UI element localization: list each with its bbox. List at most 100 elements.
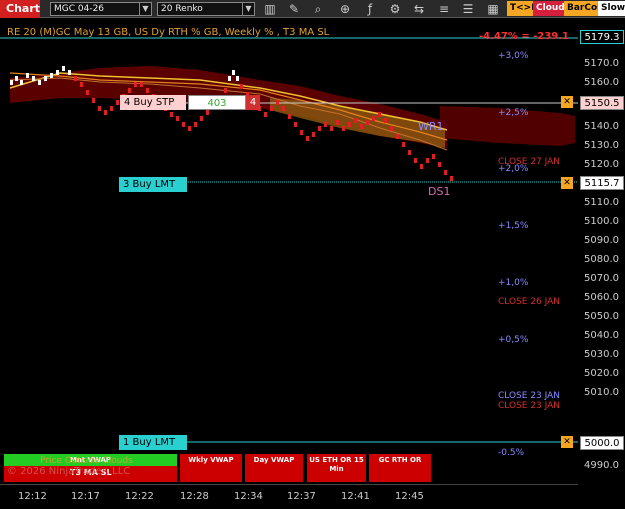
renko-brick bbox=[420, 164, 423, 169]
buy-stp-qty[interactable]: 4 bbox=[246, 95, 260, 110]
indicators-icon[interactable]: ƒ bbox=[362, 1, 378, 17]
price-label: 5170.0 bbox=[584, 58, 619, 69]
day-vwap-button[interactable]: Day VWAP bbox=[245, 454, 303, 482]
renko-brick bbox=[384, 118, 387, 123]
us-eth-button[interactable]: US ETH OR 15 Min bbox=[307, 454, 366, 482]
price-label: 5140.0 bbox=[584, 121, 619, 132]
pct-label: +0,5% bbox=[498, 335, 529, 345]
price-label: 5020.0 bbox=[584, 368, 619, 379]
renko-brick bbox=[366, 120, 369, 125]
renko-brick bbox=[62, 66, 65, 71]
close-label: CLOSE 23 JAN bbox=[498, 391, 561, 401]
properties-icon[interactable]: ≡ bbox=[436, 1, 452, 17]
cancel-order-icon[interactable]: ✕ bbox=[561, 96, 573, 108]
renko-brick bbox=[15, 76, 18, 81]
price-label: 5090.0 bbox=[584, 235, 619, 246]
renko-brick bbox=[104, 110, 107, 115]
renko-brick bbox=[396, 134, 399, 139]
renko-brick bbox=[20, 80, 23, 85]
renko-brick bbox=[282, 106, 285, 111]
price-label: 5010.0 bbox=[584, 387, 619, 398]
chart-title: RE 20 (M)GC May 13 GB, US Dy RTH % GB, W… bbox=[7, 27, 330, 38]
strategy-icon[interactable]: ⚙ bbox=[387, 1, 403, 17]
bar-type-value: 20 Renko bbox=[161, 4, 203, 14]
chart-tab[interactable]: Chart bbox=[0, 0, 40, 18]
price-label: 5120.0 bbox=[584, 159, 619, 170]
time-axis[interactable]: 12:12 12:17 12:22 12:28 12:34 12:37 12:4… bbox=[0, 484, 578, 509]
renko-brick bbox=[194, 122, 197, 127]
price-label: 5030.0 bbox=[584, 349, 619, 360]
instrument-value: MGC 04-26 bbox=[54, 4, 105, 14]
crosshair-icon[interactable]: ⊕ bbox=[337, 1, 353, 17]
time-label: 12:34 bbox=[234, 491, 263, 502]
workspace-icon[interactable]: ▦ bbox=[485, 1, 501, 17]
renko-brick bbox=[38, 80, 41, 85]
pencil-icon[interactable]: ✎ bbox=[286, 1, 302, 17]
gc-rth-button[interactable]: GC RTH OR bbox=[369, 454, 431, 482]
template-icon[interactable]: ☰ bbox=[460, 1, 476, 17]
renko-brick bbox=[324, 122, 327, 127]
renko-brick bbox=[348, 122, 351, 127]
buy-stp-order[interactable]: 4 Buy STP bbox=[120, 95, 186, 110]
renko-brick bbox=[170, 112, 173, 117]
renko-brick bbox=[372, 116, 375, 121]
price-badge: 5115.7 bbox=[580, 176, 624, 190]
renko-brick bbox=[32, 76, 35, 81]
pct-label: -0.5% bbox=[498, 448, 525, 458]
renko-brick bbox=[10, 80, 13, 85]
renko-brick bbox=[182, 122, 185, 127]
slow-toggle[interactable]: SlowW bbox=[598, 1, 625, 16]
pct-label: +1,5% bbox=[498, 221, 529, 231]
chart-canvas[interactable] bbox=[0, 18, 578, 484]
cloud-toggle[interactable]: Cloud bbox=[533, 1, 568, 16]
pct-label: +1,0% bbox=[498, 278, 529, 288]
price-axis[interactable]: 5179.3 5170.0 5160.0 5150.5 5140.0 5130.… bbox=[578, 18, 625, 484]
renko-brick bbox=[74, 76, 77, 81]
bar-chart-icon[interactable]: ▥ bbox=[262, 1, 278, 17]
chart-toolbar: Chart MGC 04-26 ▼ 20 Renko ▼ ▥ ✎ ⌕ ⊕ ƒ ⚙… bbox=[0, 0, 625, 18]
renko-brick bbox=[336, 120, 339, 125]
price-label: 5050.0 bbox=[584, 311, 619, 322]
price-badge: 5000.0 bbox=[580, 436, 624, 450]
price-label: 5100.0 bbox=[584, 216, 619, 227]
buy-stp-price[interactable]: 403 bbox=[188, 95, 246, 110]
price-badge: 5150.5 bbox=[580, 96, 624, 110]
renko-brick bbox=[110, 106, 113, 111]
cancel-order-icon[interactable]: ✕ bbox=[561, 436, 573, 448]
renko-brick bbox=[200, 116, 203, 121]
price-label: 5070.0 bbox=[584, 273, 619, 284]
renko-brick bbox=[360, 124, 363, 129]
chevron-down-icon: ▼ bbox=[139, 3, 151, 15]
instrument-selector[interactable]: MGC 04-26 ▼ bbox=[50, 2, 152, 16]
renko-brick bbox=[134, 82, 137, 87]
time-label: 12:45 bbox=[395, 491, 424, 502]
renko-brick bbox=[414, 158, 417, 163]
price-badge: 5179.3 bbox=[580, 30, 624, 44]
cancel-order-icon[interactable]: ✕ bbox=[561, 177, 573, 189]
renko-brick bbox=[270, 106, 273, 111]
price-outside-clouds-label: Price Outside Clouds bbox=[40, 456, 133, 466]
zoom-icon[interactable]: ⌕ bbox=[310, 1, 326, 17]
buy-lmt3-order[interactable]: 3 Buy LMT bbox=[119, 177, 187, 192]
ds1-marker: DS1 bbox=[428, 185, 451, 198]
renko-brick bbox=[444, 170, 447, 175]
renko-brick bbox=[224, 88, 227, 93]
renko-brick bbox=[390, 126, 393, 131]
time-label: 12:41 bbox=[341, 491, 370, 502]
renko-brick bbox=[294, 122, 297, 127]
renko-brick bbox=[378, 112, 381, 117]
close-label: CLOSE 23 JAN bbox=[498, 401, 561, 411]
wkly-vwap-button[interactable]: Wkly VWAP bbox=[180, 454, 242, 482]
bar-type-selector[interactable]: 20 Renko ▼ bbox=[157, 2, 255, 16]
chart-trader-icon[interactable]: ⇆ bbox=[411, 1, 427, 17]
time-label: 12:22 bbox=[125, 491, 154, 502]
renko-brick bbox=[342, 126, 345, 131]
renko-brick bbox=[86, 90, 89, 95]
time-label: 12:37 bbox=[287, 491, 316, 502]
renko-brick bbox=[80, 82, 83, 87]
renko-brick bbox=[176, 116, 179, 121]
chevron-down-icon: ▼ bbox=[242, 3, 254, 15]
renko-brick bbox=[426, 158, 429, 163]
buy-lmt1-order[interactable]: 1 Buy LMT bbox=[119, 435, 187, 450]
renko-brick bbox=[438, 162, 441, 167]
